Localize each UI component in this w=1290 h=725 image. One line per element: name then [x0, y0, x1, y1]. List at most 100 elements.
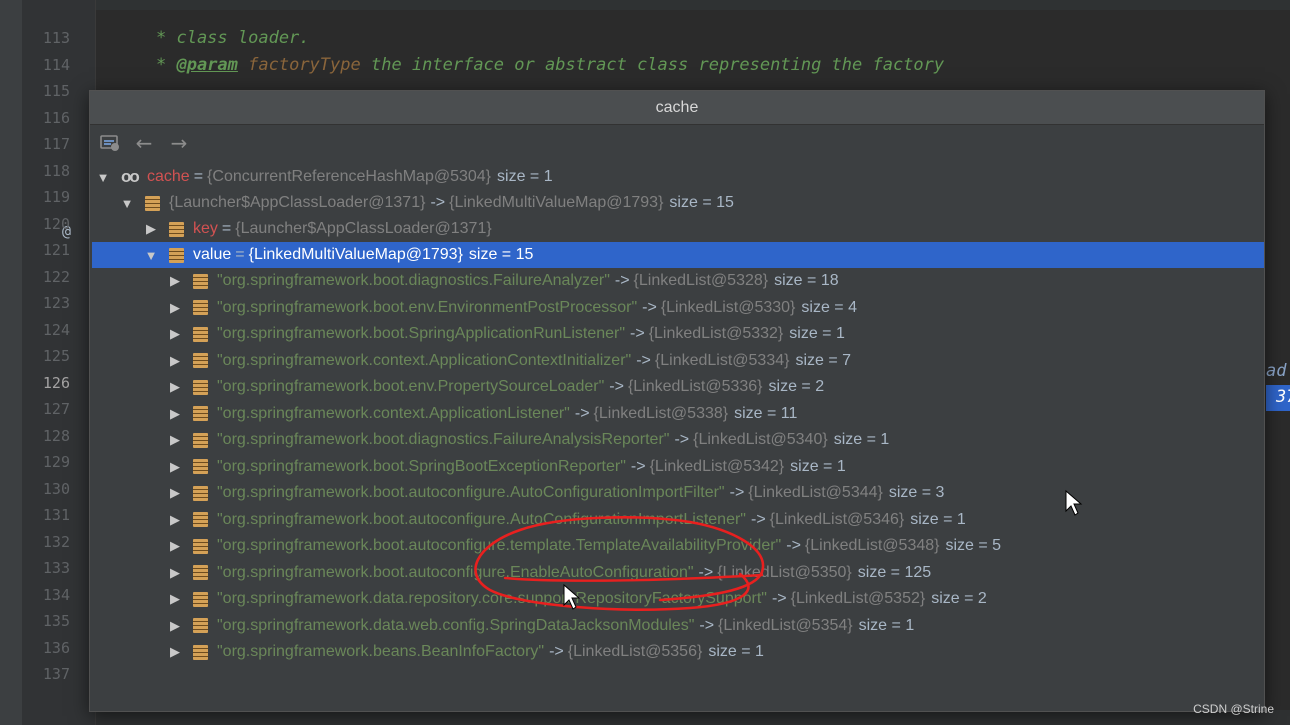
javadoc-param-tag: @param	[176, 55, 238, 75]
line-number[interactable]: 132	[22, 533, 70, 551]
tree-row-map-entry[interactable]: ▼ {Launcher$AppClassLoader@1371} -> {Lin…	[92, 190, 1264, 216]
line-number[interactable]: 127	[22, 400, 70, 418]
size-label: size = 2	[768, 378, 825, 395]
watermark: CSDN @Strine	[1193, 702, 1274, 716]
tree-row-entry[interactable]: ▶ "org.springframework.data.web.config.Sp…	[92, 613, 1264, 639]
line-number[interactable]: 122	[22, 268, 70, 286]
line-number[interactable]: 118	[22, 162, 70, 180]
tree-row-entry[interactable]: ▶ "org.springframework.context.Applicatio…	[92, 348, 1264, 374]
expand-right-icon[interactable]: ▶	[168, 538, 182, 554]
expand-right-icon[interactable]: ▶	[168, 353, 182, 369]
line-number[interactable]: 120	[22, 215, 70, 233]
size-label: size = 1	[708, 643, 764, 660]
tree-row-key[interactable]: ▶ key = {Launcher$AppClassLoader@1371}	[92, 216, 1264, 242]
expand-down-icon[interactable]: ▼	[120, 196, 134, 211]
line-number[interactable]: 131	[22, 506, 70, 524]
expand-down-icon[interactable]: ▼	[96, 170, 110, 185]
line-number[interactable]: 117	[22, 135, 70, 153]
tree-row-cache[interactable]: ▼ oo cache = {ConcurrentReferenceHashMap…	[92, 164, 1264, 190]
expand-right-icon[interactable]: ▶	[168, 273, 182, 289]
line-number[interactable]: 125	[22, 347, 70, 365]
tree-row-entry[interactable]: ▶ "org.springframework.boot.env.Environme…	[92, 295, 1264, 321]
entry-value-ref: {LinkedList@5328}	[633, 272, 769, 289]
forward-arrow-icon[interactable]: →	[167, 131, 191, 155]
map-arrow: ->	[630, 325, 645, 342]
map-arrow: ->	[574, 404, 590, 422]
tree-row-entry[interactable]: ▶ "org.springframework.boot.SpringApplica…	[92, 321, 1264, 347]
expand-right-icon[interactable]: ▶	[168, 459, 182, 475]
line-number[interactable]: 119	[22, 188, 70, 206]
map-entry-icon	[193, 406, 208, 421]
entry-value-ref: {LinkedList@5330}	[660, 298, 796, 316]
entry-key: "org.springframework.boot.diagnostics.Fa…	[217, 431, 670, 448]
tree-row-entry[interactable]: ▶ "org.springframework.boot.autoconfigure…	[92, 507, 1264, 533]
expand-right-icon[interactable]: ▶	[144, 221, 158, 237]
entry-key: "org.springframework.boot.diagnostics.Fa…	[217, 272, 610, 289]
line-number[interactable]: 123	[22, 294, 70, 312]
add-to-watches-icon[interactable]	[98, 131, 122, 155]
entry-key: "org.springframework.context.Application…	[217, 351, 632, 369]
expand-right-icon[interactable]: ▶	[168, 644, 182, 660]
expand-right-icon[interactable]: ▶	[168, 565, 182, 581]
line-number[interactable]: 116	[22, 109, 70, 127]
line-number[interactable]: 130	[22, 480, 70, 498]
map-arrow: ->	[786, 537, 801, 554]
expand-down-icon[interactable]: ▼	[144, 248, 158, 263]
line-number[interactable]: 135	[22, 612, 70, 630]
line-number[interactable]: 113	[22, 29, 70, 47]
tree-row-entry[interactable]: ▶ "org.springframework.beans.BeanInfoFact…	[92, 639, 1264, 665]
map-entry-icon	[193, 485, 208, 501]
line-number[interactable]: 136	[22, 639, 70, 657]
line-number[interactable]: 133	[22, 559, 70, 577]
expand-right-icon[interactable]: ▶	[168, 326, 182, 342]
popup-title[interactable]: cache	[90, 91, 1264, 125]
entry-key: "org.springframework.boot.autoconfigure.…	[217, 563, 694, 581]
line-number[interactable]: 126	[22, 374, 70, 392]
line-number[interactable]: 137	[22, 665, 70, 683]
expand-right-icon[interactable]: ▶	[168, 618, 182, 634]
entry-value-ref: {LinkedList@5346}	[769, 510, 905, 528]
tree-row-entry[interactable]: ▶ "org.springframework.data.repository.co…	[92, 586, 1264, 612]
expand-right-icon[interactable]: ▶	[168, 591, 182, 607]
map-arrow: ->	[674, 431, 690, 448]
expand-right-icon[interactable]: ▶	[168, 512, 182, 528]
line-number[interactable]: 128	[22, 427, 70, 445]
map-entry-icon	[193, 538, 208, 554]
variable-name: key	[193, 220, 218, 237]
entry-key: "org.springframework.boot.env.PropertySo…	[217, 378, 605, 395]
tree-row-entry[interactable]: ▶ "org.springframework.boot.SpringBootExc…	[92, 454, 1264, 480]
map-arrow: ->	[698, 563, 714, 581]
tree-row-entry[interactable]: ▶ "org.springframework.boot.autoconfigure…	[92, 480, 1264, 506]
map-arrow: ->	[614, 272, 630, 289]
expand-right-icon[interactable]: ▶	[168, 406, 182, 422]
left-tool-strip	[0, 0, 22, 725]
expand-right-icon[interactable]: ▶	[168, 432, 182, 448]
line-number[interactable]: 134	[22, 586, 70, 604]
code-line-113: * class loader.	[156, 28, 310, 48]
line-number[interactable]: 129	[22, 453, 70, 471]
back-arrow-icon[interactable]: ←	[132, 131, 156, 155]
tree-row-entry[interactable]: ▶ "org.springframework.boot.diagnostics.F…	[92, 268, 1264, 294]
tree-row-value[interactable]: ▼ value = {LinkedMultiValueMap@1793} siz…	[92, 242, 1264, 268]
tree-row-entry[interactable]: ▶ "org.springframework.context.Applicatio…	[92, 401, 1264, 427]
entry-value-ref: {LinkedList@5340}	[693, 431, 828, 448]
entry-value-ref: {LinkedList@5350}	[717, 563, 852, 581]
entry-value-ref: {LinkedList@5344}	[748, 484, 883, 501]
line-number[interactable]: 114	[22, 56, 70, 74]
expand-right-icon[interactable]: ▶	[168, 485, 182, 501]
expand-right-icon[interactable]: ▶	[168, 379, 182, 395]
line-number[interactable]: 124	[22, 321, 70, 339]
map-entry-icon	[193, 618, 208, 633]
line-number[interactable]: 115	[22, 82, 70, 100]
map-arrow: ->	[430, 194, 446, 211]
variable-name: cache	[147, 168, 190, 185]
tree-row-entry[interactable]: ▶ "org.springframework.boot.autoconfigure…	[92, 560, 1264, 586]
tree-row-entry[interactable]: ▶ "org.springframework.boot.autoconfigure…	[92, 533, 1264, 559]
tree-row-entry[interactable]: ▶ "org.springframework.boot.diagnostics.F…	[92, 427, 1264, 453]
tree-row-entry[interactable]: ▶ "org.springframework.boot.env.PropertyS…	[92, 374, 1264, 400]
entry-key: "org.springframework.boot.autoconfigure.…	[217, 537, 782, 554]
line-number[interactable]: 121	[22, 241, 70, 259]
size-label: size = 15	[669, 194, 734, 211]
expand-right-icon[interactable]: ▶	[168, 300, 182, 316]
editor-bottom-band	[96, 710, 1290, 725]
